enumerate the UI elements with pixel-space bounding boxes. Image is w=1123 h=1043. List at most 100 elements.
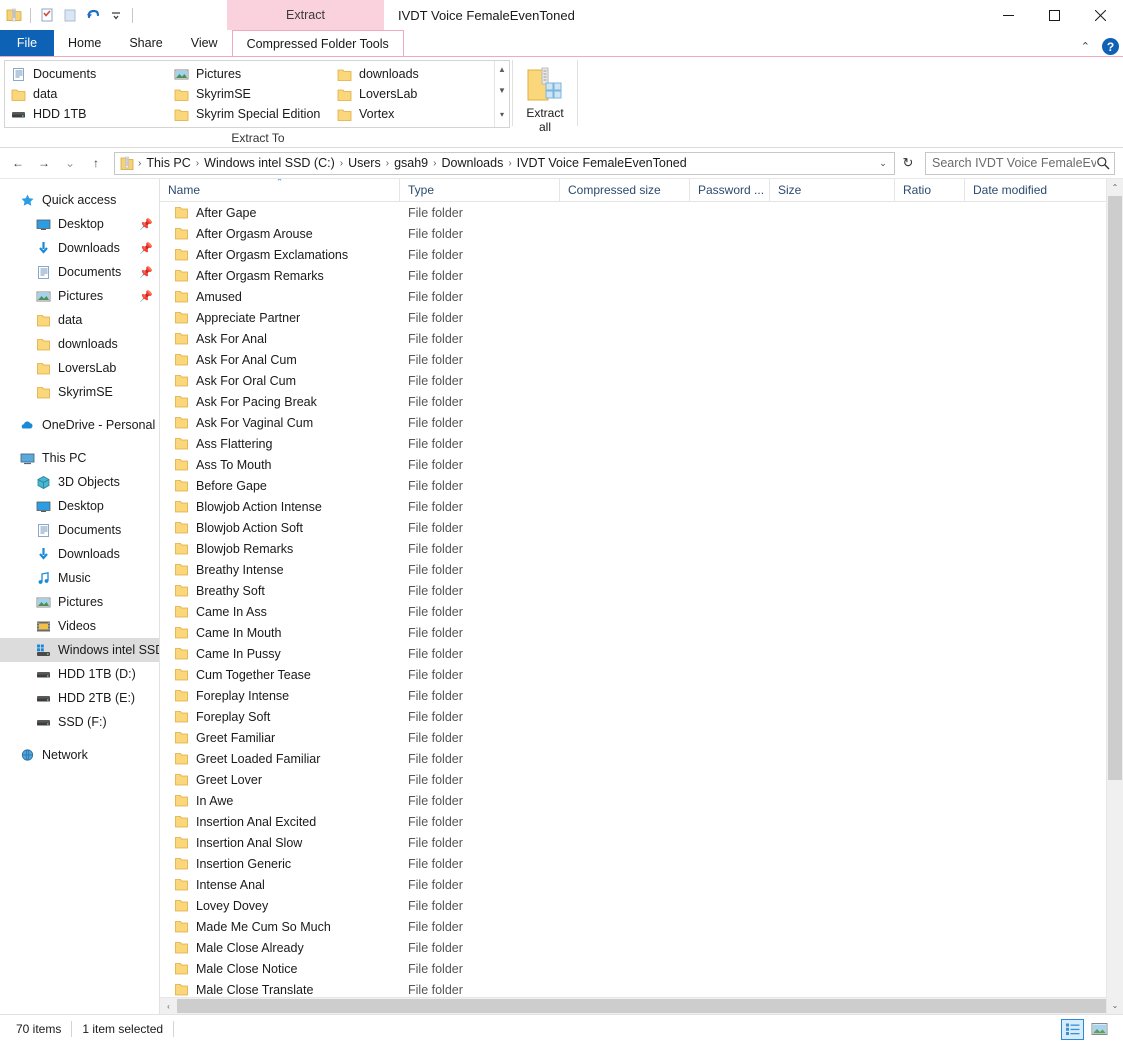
sidebar-item-pictures[interactable]: Pictures 📌 [0, 284, 159, 308]
vertical-scrollbar[interactable]: ⌃ ⌄ [1106, 179, 1123, 1014]
sidebar-item-data[interactable]: data [0, 308, 159, 332]
table-row[interactable]: Male Close Translate File folder [160, 979, 1123, 997]
sidebar-item-network[interactable]: Network [0, 743, 159, 767]
horizontal-scrollbar[interactable]: ‹ › [160, 997, 1123, 1014]
sidebar-item-desktop-pc[interactable]: Desktop [0, 494, 159, 518]
gallery-scroll-more-icon[interactable]: ▾ [495, 103, 509, 128]
table-row[interactable]: After Gape File folder [160, 202, 1123, 223]
table-row[interactable]: After Orgasm Arouse File folder [160, 223, 1123, 244]
collapse-ribbon-icon[interactable]: ⌃ [1077, 40, 1094, 53]
table-row[interactable]: Greet Loaded Familiar File folder [160, 748, 1123, 769]
breadcrumb-item-gsah9[interactable]: gsah9 [390, 156, 432, 170]
sidebar-item-documents-pc[interactable]: Documents [0, 518, 159, 542]
details-view-button[interactable] [1061, 1018, 1084, 1040]
table-row[interactable]: Greet Lover File folder [160, 769, 1123, 790]
sidebar-item-skyrimse[interactable]: SkyrimSE [0, 380, 159, 404]
table-row[interactable]: After Orgasm Remarks File folder [160, 265, 1123, 286]
sidebar-item-quick-access[interactable]: Quick access [0, 188, 159, 212]
address-dropdown-icon[interactable]: ⌄ [874, 158, 892, 169]
sidebar-item-pictures-pc[interactable]: Pictures [0, 590, 159, 614]
gallery-item-hdd-1tb[interactable]: HDD 1TB [5, 104, 168, 124]
sidebar-item-videos[interactable]: Videos [0, 614, 159, 638]
table-row[interactable]: Foreplay Intense File folder [160, 685, 1123, 706]
gallery-item-loverslab[interactable]: LoversLab [331, 84, 494, 104]
column-header-password[interactable]: Password ... [690, 179, 770, 201]
table-row[interactable]: Breathy Intense File folder [160, 559, 1123, 580]
table-row[interactable]: Lovey Dovey File folder [160, 895, 1123, 916]
sidebar-item-documents[interactable]: Documents 📌 [0, 260, 159, 284]
new-folder-icon[interactable] [60, 5, 80, 25]
table-row[interactable]: Male Close Already File folder [160, 937, 1123, 958]
column-header-size[interactable]: Size [770, 179, 895, 201]
back-button[interactable]: ← [6, 151, 30, 175]
table-row[interactable]: Ask For Anal File folder [160, 328, 1123, 349]
large-icons-view-button[interactable] [1088, 1019, 1111, 1040]
help-button[interactable]: ? [1102, 38, 1119, 55]
sidebar-item-hdd-1tb[interactable]: HDD 1TB (D:) [0, 662, 159, 686]
sidebar-item-3d-objects[interactable]: 3D Objects [0, 470, 159, 494]
sidebar-item-this-pc[interactable]: This PC [0, 446, 159, 470]
column-header-compressed-size[interactable]: Compressed size [560, 179, 690, 201]
table-row[interactable]: Blowjob Action Intense File folder [160, 496, 1123, 517]
breadcrumb-item-users[interactable]: Users [344, 156, 385, 170]
gallery-item-skyrim-special-edition[interactable]: Skyrim Special Edition [168, 104, 331, 124]
up-button[interactable]: ↑ [84, 151, 108, 175]
zip-folder-icon[interactable] [4, 5, 24, 25]
table-row[interactable]: Foreplay Soft File folder [160, 706, 1123, 727]
close-button[interactable] [1077, 0, 1123, 30]
sidebar-item-onedrive[interactable]: OneDrive - Personal [0, 413, 159, 437]
sidebar-item-downloads-folder[interactable]: downloads [0, 332, 159, 356]
table-row[interactable]: Ass Flattering File folder [160, 433, 1123, 454]
tab-share[interactable]: Share [115, 30, 176, 56]
tab-file[interactable]: File [0, 30, 54, 56]
forward-button[interactable]: → [32, 151, 56, 175]
table-row[interactable]: Made Me Cum So Much File folder [160, 916, 1123, 937]
table-row[interactable]: Ask For Anal Cum File folder [160, 349, 1123, 370]
extract-all-button[interactable]: Extract all [515, 62, 575, 136]
gallery-item-skyrimse[interactable]: SkyrimSE [168, 84, 331, 104]
pin-icon[interactable]: 📌 [139, 218, 153, 231]
gallery-item-pictures[interactable]: Pictures [168, 64, 331, 84]
sidebar-item-ssd-f[interactable]: SSD (F:) [0, 710, 159, 734]
sidebar-item-downloads-pc[interactable]: Downloads [0, 542, 159, 566]
table-row[interactable]: Ask For Oral Cum File folder [160, 370, 1123, 391]
table-row[interactable]: Intense Anal File folder [160, 874, 1123, 895]
gallery-item-vortex[interactable]: Vortex [331, 104, 494, 124]
search-box[interactable] [925, 151, 1115, 175]
gallery-scrollbar[interactable]: ▲ ▼ ▾ [494, 61, 509, 127]
pin-icon[interactable]: 📌 [139, 266, 153, 279]
table-row[interactable]: Came In Mouth File folder [160, 622, 1123, 643]
sidebar-item-hdd-2tb[interactable]: HDD 2TB (E:) [0, 686, 159, 710]
scroll-down-icon[interactable]: ⌄ [1107, 997, 1123, 1014]
table-row[interactable]: Amused File folder [160, 286, 1123, 307]
table-row[interactable]: Blowjob Action Soft File folder [160, 517, 1123, 538]
minimize-button[interactable] [985, 0, 1031, 30]
table-row[interactable]: In Awe File folder [160, 790, 1123, 811]
scroll-up-icon[interactable]: ⌃ [1107, 179, 1123, 196]
pin-icon[interactable]: 📌 [139, 290, 153, 303]
tab-home[interactable]: Home [54, 30, 115, 56]
gallery-item-data[interactable]: data [5, 84, 168, 104]
maximize-button[interactable] [1031, 0, 1077, 30]
table-row[interactable]: Greet Familiar File folder [160, 727, 1123, 748]
table-row[interactable]: Blowjob Remarks File folder [160, 538, 1123, 559]
sidebar-item-windows-intel-ssd[interactable]: Windows intel SSD ( [0, 638, 159, 662]
gallery-item-documents[interactable]: Documents [5, 64, 168, 84]
table-row[interactable]: Before Gape File folder [160, 475, 1123, 496]
breadcrumb-item-current-folder[interactable]: IVDT Voice FemaleEvenToned [513, 156, 691, 170]
horizontal-scroll-thumb[interactable] [177, 999, 1106, 1013]
search-icon[interactable] [1096, 156, 1110, 170]
recent-locations-button[interactable]: ⌄ [58, 151, 82, 175]
scroll-left-icon[interactable]: ‹ [160, 998, 177, 1014]
pin-icon[interactable]: 📌 [139, 242, 153, 255]
breadcrumb-item-this-pc[interactable]: This PC [142, 156, 194, 170]
column-header-type[interactable]: Type [400, 179, 560, 201]
sidebar-item-desktop[interactable]: Desktop 📌 [0, 212, 159, 236]
gallery-scroll-up-icon[interactable]: ▲ [495, 61, 509, 78]
search-input[interactable] [932, 156, 1096, 170]
sidebar-item-music[interactable]: Music [0, 566, 159, 590]
table-row[interactable]: Came In Ass File folder [160, 601, 1123, 622]
sidebar-item-loverslab[interactable]: LoversLab [0, 356, 159, 380]
tab-compressed-folder-tools[interactable]: Compressed Folder Tools [231, 30, 404, 56]
table-row[interactable]: Insertion Generic File folder [160, 853, 1123, 874]
